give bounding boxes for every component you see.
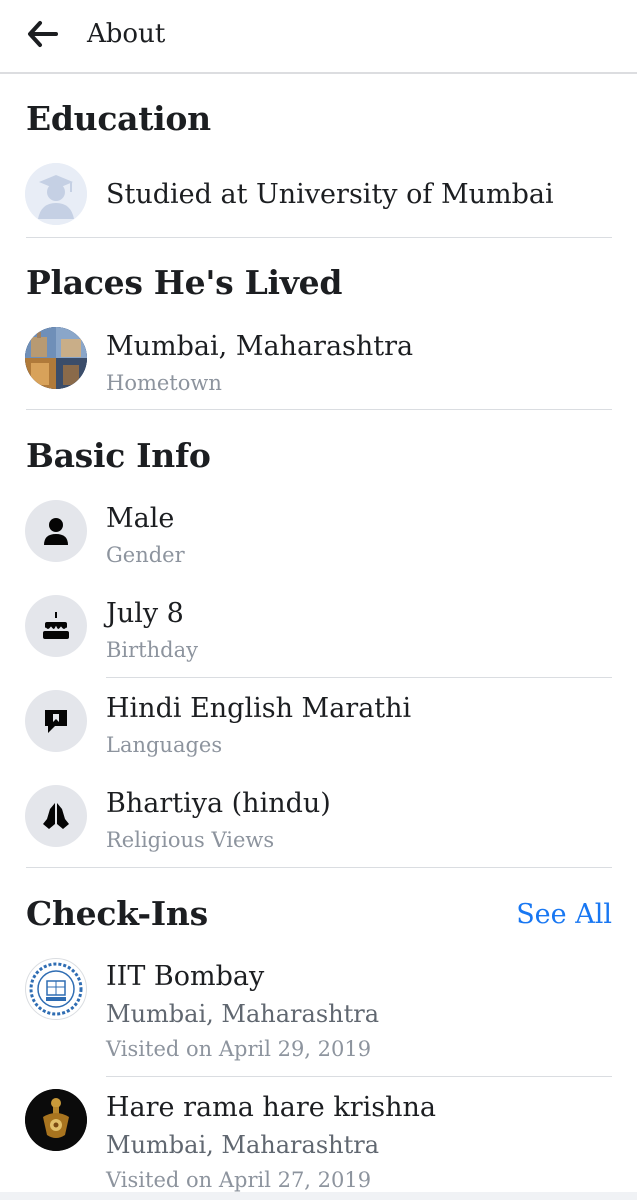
iit-bombay-logo bbox=[25, 958, 87, 1020]
person-icon bbox=[25, 500, 87, 562]
section-divider bbox=[26, 409, 612, 410]
section-title-basic-info: Basic Info bbox=[26, 436, 211, 475]
gender-caption: Gender bbox=[106, 543, 185, 567]
checkin-visited: Visited on April 27, 2019 bbox=[106, 1168, 372, 1192]
item-divider bbox=[106, 677, 612, 678]
checkin-name[interactable]: IIT Bombay bbox=[106, 960, 264, 994]
cake-icon bbox=[25, 595, 87, 657]
back-arrow-icon[interactable] bbox=[26, 20, 60, 48]
app-header: About bbox=[0, 0, 637, 74]
section-divider bbox=[26, 237, 612, 238]
section-title-education: Education bbox=[26, 99, 211, 138]
birthday-value: July 8 bbox=[106, 598, 184, 629]
education-item-text[interactable]: Studied at University of Mumbai bbox=[106, 178, 554, 212]
section-title-checkins: Check-Ins bbox=[26, 894, 208, 933]
section-divider bbox=[26, 867, 612, 868]
languages-caption: Languages bbox=[106, 733, 223, 757]
bottom-edge bbox=[0, 1192, 637, 1200]
section-title-places: Places He's Lived bbox=[26, 263, 343, 302]
religious-views-caption: Religious Views bbox=[106, 828, 275, 852]
religious-views-value: Bhartiya (hindu) bbox=[106, 788, 331, 819]
speech-bubble-icon bbox=[25, 690, 87, 752]
checkin-name[interactable]: Hare rama hare krishna bbox=[106, 1091, 436, 1125]
checkin-visited: Visited on April 29, 2019 bbox=[106, 1037, 372, 1061]
place-item-text[interactable]: Mumbai, Maharashtra bbox=[106, 330, 413, 364]
praying-hands-icon bbox=[25, 785, 87, 847]
see-all-link[interactable]: See All bbox=[516, 898, 612, 932]
city-photo-thumbnail bbox=[25, 327, 87, 389]
birthday-caption: Birthday bbox=[106, 638, 198, 662]
gender-value: Male bbox=[106, 503, 175, 534]
checkin-location: Mumbai, Maharashtra bbox=[106, 1000, 380, 1028]
checkin-location: Mumbai, Maharashtra bbox=[106, 1131, 380, 1159]
page-title: About bbox=[87, 19, 166, 49]
languages-value: Hindi English Marathi bbox=[106, 693, 412, 724]
item-divider bbox=[106, 1076, 612, 1077]
graduate-avatar-icon bbox=[25, 163, 87, 225]
temple-logo bbox=[25, 1089, 87, 1151]
place-item-caption: Hometown bbox=[106, 371, 222, 395]
